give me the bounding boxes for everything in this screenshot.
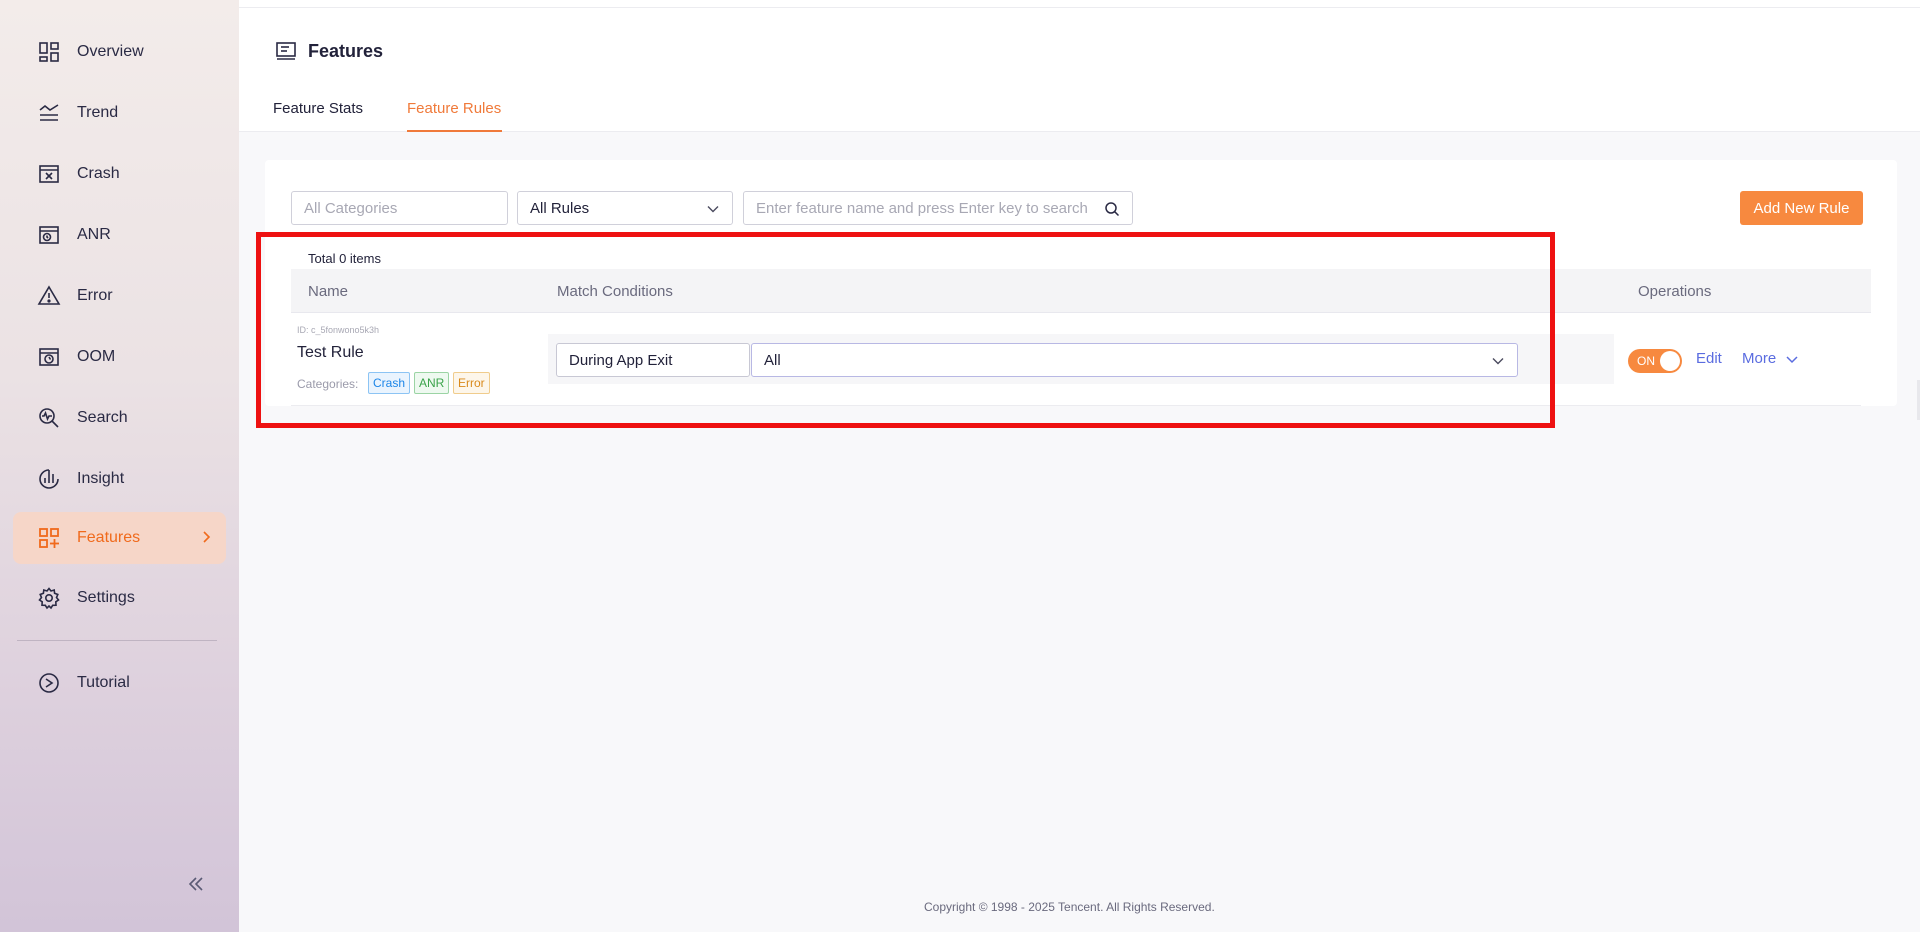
sidebar-item-label: Settings [77, 589, 135, 606]
sidebar-item-label: Error [77, 287, 113, 304]
condition-timing-value: During App Exit [569, 351, 673, 369]
sidebar-item-label: Tutorial [77, 674, 130, 691]
sidebar-item-label: OOM [77, 348, 116, 365]
category-tag-anr: ANR [414, 372, 450, 394]
features-page-icon [276, 42, 296, 60]
sidebar-item-label: Crash [77, 165, 120, 182]
overview-icon [37, 40, 61, 64]
rule-id: ID: c_5fonwono5k3h [297, 325, 380, 335]
sidebar-item-insight[interactable]: Insight [13, 453, 226, 505]
sidebar-item-overview[interactable]: Overview [13, 26, 226, 78]
sidebar-item-label: Overview [77, 43, 144, 60]
sidebar-item-trend[interactable]: Trend [13, 87, 226, 139]
oom-icon [37, 345, 61, 369]
edit-rule-link[interactable]: Edit [1696, 350, 1722, 367]
toggle-state-label: ON [1637, 354, 1655, 368]
rules-filter-value: All Rules [530, 199, 590, 217]
column-header-name: Name [308, 283, 349, 300]
sidebar-item-error[interactable]: Error [13, 270, 226, 322]
insight-icon [37, 467, 61, 491]
add-new-rule-button[interactable]: Add New Rule [1740, 191, 1863, 225]
search-icon[interactable] [1104, 201, 1120, 217]
error-icon [37, 284, 61, 308]
sidebar-item-label: Insight [77, 470, 125, 487]
settings-icon [37, 586, 61, 610]
sidebar-item-label: Search [77, 409, 128, 426]
anr-icon [37, 223, 61, 247]
category-filter-select[interactable]: All Categories [291, 191, 508, 225]
rule-enabled-toggle[interactable]: ON [1628, 349, 1682, 373]
condition-value: All [764, 351, 781, 369]
sidebar-item-label: ANR [77, 226, 111, 243]
tab-feature-stats[interactable]: Feature Stats [273, 100, 363, 117]
more-actions-link[interactable]: More [1742, 350, 1776, 367]
chevron-down-icon [1492, 358, 1504, 365]
sidebar-item-search[interactable]: Search [13, 392, 226, 444]
sidebar: Overview Trend Crash ANR Error OOM Searc… [0, 0, 239, 932]
rules-filter-select[interactable]: All Rules [517, 191, 733, 225]
footer-copyright: Copyright © 1998 - 2025 Tencent. All Rig… [924, 900, 1215, 914]
sidebar-item-tutorial[interactable]: Tutorial [13, 657, 226, 709]
chevron-right-icon [203, 531, 211, 543]
sidebar-item-settings[interactable]: Settings [13, 572, 226, 624]
double-chevron-left-icon[interactable] [185, 873, 207, 895]
category-filter-placeholder: All Categories [304, 199, 398, 217]
tab-feature-rules[interactable]: Feature Rules [407, 100, 501, 117]
sidebar-item-crash[interactable]: Crash [13, 148, 226, 200]
search-icon [37, 406, 61, 430]
features-icon [37, 526, 61, 550]
rule-name: Test Rule [297, 344, 364, 361]
sidebar-item-oom[interactable]: OOM [13, 331, 226, 383]
feature-search-input[interactable]: Enter feature name and press Enter key t… [743, 191, 1133, 225]
page-title-group: Features [275, 40, 383, 62]
total-items-count: Total 0 items [308, 251, 381, 266]
condition-timing-select[interactable]: During App Exit [556, 343, 750, 377]
condition-value-select[interactable]: All [751, 343, 1518, 377]
search-placeholder: Enter feature name and press Enter key t… [756, 199, 1088, 217]
trend-icon [37, 101, 61, 125]
page-title: Features [308, 40, 384, 61]
tutorial-icon [37, 671, 61, 695]
chevron-down-icon [707, 206, 719, 213]
toggle-knob [1660, 351, 1680, 371]
sidebar-item-label: Features [77, 529, 141, 546]
sidebar-item-anr[interactable]: ANR [13, 209, 226, 261]
crash-icon [37, 162, 61, 186]
page-header: Features Feature Stats Feature Rules [239, 0, 1920, 132]
categories-label: Categories: [297, 377, 359, 391]
header-divider [239, 7, 1920, 8]
column-header-operations: Operations [1638, 283, 1712, 300]
chevron-down-icon[interactable] [1784, 352, 1800, 368]
table-header: Name Match Conditions Operations [291, 269, 1871, 313]
column-header-match-conditions: Match Conditions [557, 283, 673, 300]
sidebar-item-features[interactable]: Features [13, 512, 226, 564]
category-tag-crash: Crash [368, 372, 411, 394]
sidebar-divider [17, 640, 217, 641]
active-tab-indicator [407, 130, 502, 132]
category-tag-error: Error [453, 372, 490, 394]
sidebar-item-label: Trend [77, 104, 119, 121]
